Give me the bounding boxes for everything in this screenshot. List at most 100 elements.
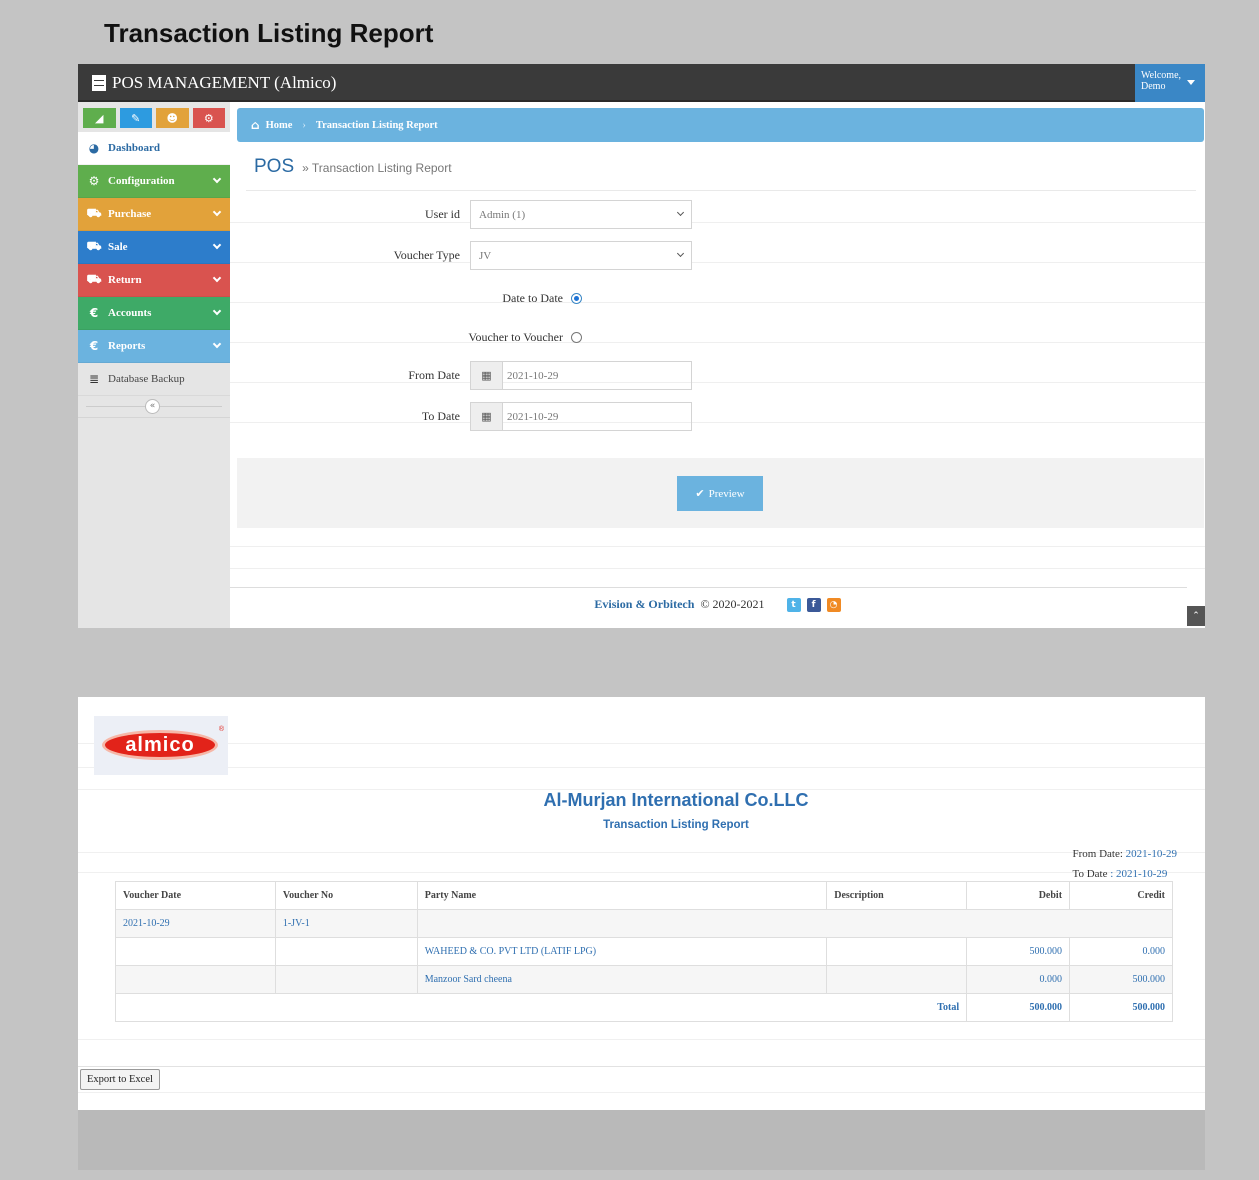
rss-icon[interactable]: ◔ xyxy=(826,597,841,612)
description-cell xyxy=(826,937,968,966)
home-icon: ⌂ xyxy=(251,118,260,132)
from-date-value: 2021-10-29 xyxy=(507,369,559,382)
voucher-to-voucher-row: Voucher to Voucher xyxy=(230,330,730,345)
report-from-value: 2021-10-29 xyxy=(1125,848,1177,860)
users-icon[interactable]: ☻ xyxy=(156,108,189,128)
sidebar-item-label: Purchase xyxy=(108,208,152,220)
transaction-table: Voucher Date Voucher No Party Name Descr… xyxy=(114,881,1174,1022)
description-cell xyxy=(826,965,968,994)
chevron-down-icon xyxy=(212,339,222,349)
calendar-icon: ▦ xyxy=(471,362,503,389)
table-row: Manzoor Sard cheena 0.000 500.000 xyxy=(115,965,1173,994)
report-to-label: To Date xyxy=(1072,868,1108,880)
export-to-excel-button[interactable]: Export to Excel xyxy=(80,1069,160,1090)
column-header: Credit xyxy=(1069,881,1173,910)
column-header: Voucher Date xyxy=(115,881,276,910)
chevron-down-icon xyxy=(212,240,222,250)
empty-cell xyxy=(115,965,276,994)
date-to-date-radio[interactable] xyxy=(571,293,582,304)
report-to-value: : 2021-10-29 xyxy=(1110,868,1168,880)
cart-icon: ⛟ xyxy=(86,206,102,220)
sidebar-collapse-button[interactable]: « xyxy=(145,399,160,414)
sidebar-item-label: Accounts xyxy=(108,307,152,319)
logo-registered-mark: ® xyxy=(218,726,224,733)
voucher-to-voucher-radio[interactable] xyxy=(571,332,582,343)
report-date-range: From Date: 2021-10-29 To Date : 2021-10-… xyxy=(1073,844,1178,884)
divider xyxy=(78,767,1205,768)
to-date-label: To Date xyxy=(421,409,460,423)
preview-label: Preview xyxy=(708,487,745,500)
sidebar-item-label: Reports xyxy=(108,340,146,352)
date-to-date-row: Date to Date xyxy=(230,291,730,306)
user-welcome: Welcome, xyxy=(1141,70,1182,81)
cogs-icon[interactable]: ⚙ xyxy=(192,108,225,128)
page-heading: Transaction Listing Report xyxy=(104,18,434,48)
divider xyxy=(230,568,1205,569)
empty-cell xyxy=(274,965,418,994)
page-title: POS » Transaction Listing Report xyxy=(254,156,452,178)
breadcrumb-separator: › xyxy=(302,119,306,131)
brand[interactable]: POS MANAGEMENT (Almico) xyxy=(92,73,336,93)
divider xyxy=(230,546,1205,547)
chart-icon[interactable]: ◢ xyxy=(83,108,116,128)
debit-cell: 0.000 xyxy=(966,965,1071,994)
divider xyxy=(78,852,1205,853)
voucher-type-select[interactable]: JV xyxy=(470,241,692,270)
debit-cell: 500.000 xyxy=(966,937,1071,966)
facebook-icon[interactable]: f xyxy=(806,597,821,612)
column-header: Description xyxy=(826,881,968,910)
total-label: Total xyxy=(114,993,968,1022)
pencil-icon[interactable]: ✎ xyxy=(119,108,152,128)
cogs-icon: ⚙ xyxy=(88,174,100,188)
sidebar-item-label: Dashboard xyxy=(108,142,160,154)
breadcrumb: ⌂ Home › Transaction Listing Report xyxy=(237,108,1204,142)
document-icon xyxy=(92,75,106,91)
divider xyxy=(78,743,1205,744)
sidebar-item-database-backup[interactable]: ≣ Database Backup xyxy=(78,363,230,396)
main-content: ⌂ Home › Transaction Listing Report POS … xyxy=(230,102,1205,628)
divider xyxy=(78,1039,1205,1040)
sidebar-item-configuration[interactable]: ⚙ Configuration xyxy=(78,165,230,198)
column-header: Party Name xyxy=(416,881,828,910)
footer-company[interactable]: Evision & Orbitech xyxy=(594,597,694,612)
scroll-to-top-button[interactable]: ⌃ xyxy=(1187,606,1205,626)
report-title: Transaction Listing Report xyxy=(603,819,749,831)
preview-button[interactable]: ✔ Preview xyxy=(677,476,763,511)
page-title-sub: » Transaction Listing Report xyxy=(302,161,452,175)
breadcrumb-home[interactable]: Home xyxy=(266,120,293,131)
chevron-down-icon xyxy=(212,273,222,283)
dashboard-icon: ◕ xyxy=(88,141,100,155)
cart-icon: ⛟ xyxy=(86,239,102,253)
sidebar-item-label: Return xyxy=(108,274,142,286)
sidebar-item-purchase[interactable]: ⛟ Purchase xyxy=(78,198,230,231)
user-id-select[interactable]: Admin (1) xyxy=(470,200,692,229)
report-from-label: From Date: xyxy=(1072,848,1123,860)
to-date-input[interactable]: ▦ 2021-10-29 xyxy=(470,402,692,431)
user-name: Demo xyxy=(1141,81,1166,92)
sidebar-item-reports[interactable]: € Reports xyxy=(78,330,230,363)
total-debit: 500.000 xyxy=(966,993,1071,1022)
sidebar-item-sale[interactable]: ⛟ Sale xyxy=(78,231,230,264)
app-window: POS MANAGEMENT (Almico) Welcome, Demo ◢ … xyxy=(78,64,1205,628)
euro-icon: € xyxy=(89,306,99,320)
to-date-row: To Date ▦ 2021-10-29 xyxy=(230,402,692,431)
user-id-row: User id Admin (1) xyxy=(230,200,692,229)
from-date-input[interactable]: ▦ 2021-10-29 xyxy=(470,361,692,390)
sidebar-collapse-row: « xyxy=(78,396,230,418)
user-id-label: User id xyxy=(425,207,460,221)
sidebar-item-dashboard[interactable]: ◕ Dashboard xyxy=(78,132,230,165)
check-icon: ✔ xyxy=(695,487,705,500)
voucher-type-label: Voucher Type xyxy=(393,248,460,262)
twitter-icon[interactable]: t xyxy=(786,597,801,612)
empty-cell xyxy=(274,937,418,966)
voucher-type-row: Voucher Type JV xyxy=(230,241,692,270)
empty-cell xyxy=(115,937,276,966)
footer-copyright: © 2020-2021 xyxy=(700,597,765,611)
page-title-main: POS xyxy=(254,156,295,177)
sidebar-item-return[interactable]: ⛟ Return xyxy=(78,264,230,297)
user-menu[interactable]: Welcome, Demo xyxy=(1135,64,1205,102)
top-navbar: POS MANAGEMENT (Almico) Welcome, Demo xyxy=(78,64,1205,102)
sidebar-item-accounts[interactable]: € Accounts xyxy=(78,297,230,330)
form-actions: ✔ Preview xyxy=(237,458,1204,528)
database-icon: ≣ xyxy=(88,372,100,386)
